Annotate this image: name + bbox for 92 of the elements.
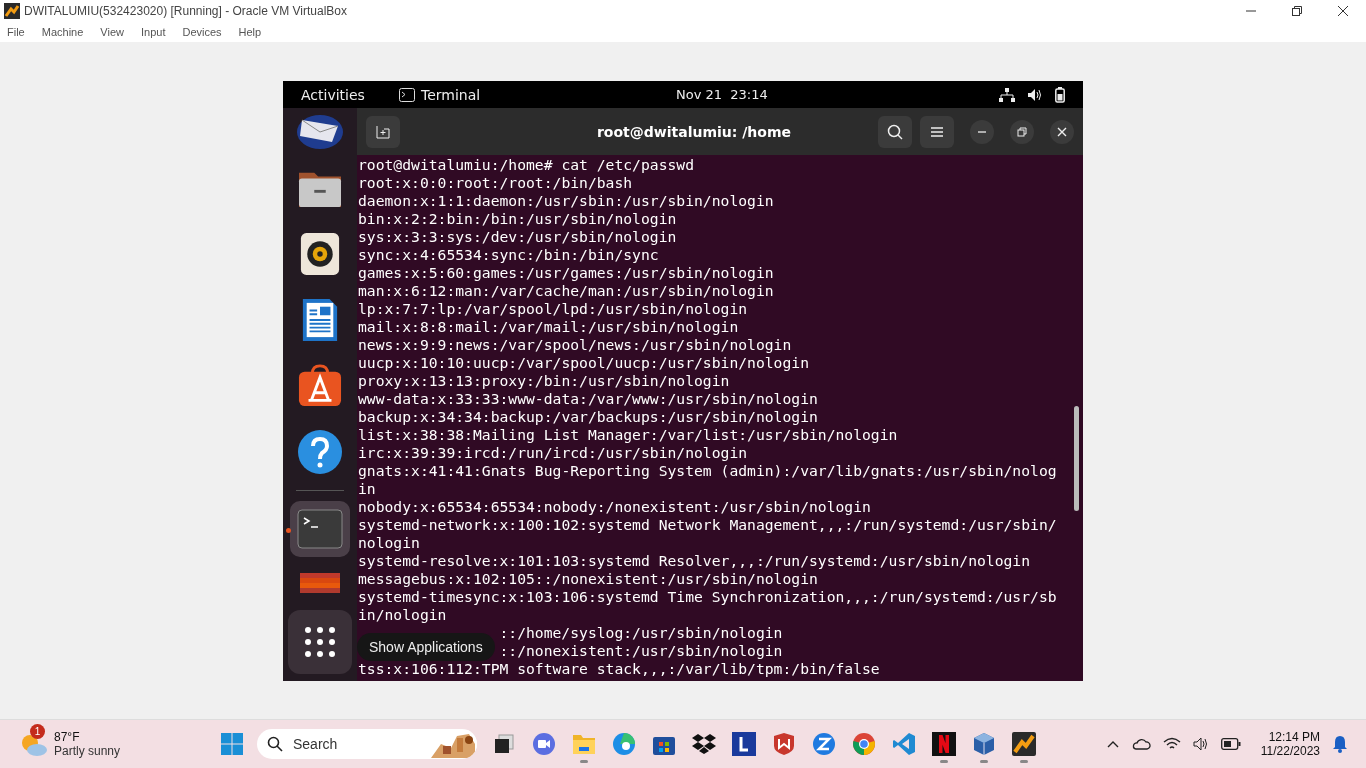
menu-item[interactable]: View <box>100 26 124 38</box>
document-icon <box>301 297 339 343</box>
restore-icon[interactable] <box>1292 6 1302 16</box>
app-menu[interactable]: Terminal <box>421 86 481 103</box>
terminal-line: systemd-resolve:x:101:103:systemd Resolver,,,:/run/systemd:/usr/sbin/nologin <box>358 552 1032 570</box>
search-icon <box>267 736 283 752</box>
minimize-button[interactable] <box>970 119 994 144</box>
browser-icon <box>612 732 636 756</box>
terminal-line: irc:x:39:39:ircd:/run/ircd:/usr/sbin/nologin <box>358 444 749 462</box>
menu-item[interactable]: Input <box>140 26 166 38</box>
new-tab-icon <box>376 124 390 139</box>
time[interactable]: 12:14 PM <box>1268 730 1320 744</box>
maximize-button[interactable] <box>1010 119 1034 144</box>
letter-tile-icon <box>932 732 956 756</box>
help-icon <box>297 429 343 475</box>
terminal-line: mail:x:8:8:mail:/var/mail:/usr/sbin/nologin <box>358 318 740 336</box>
scrollbar[interactable] <box>1074 406 1079 511</box>
battery-icon[interactable] <box>1055 86 1065 103</box>
terminal-line: sync:x:4:65534:sync:/bin:/bin/sync <box>358 246 660 264</box>
new-tab-button[interactable] <box>366 115 400 148</box>
search-icon <box>887 123 903 140</box>
clock[interactable]: Nov 21 23:14 <box>676 87 768 102</box>
show-applications-button[interactable] <box>288 610 352 674</box>
terminal-line: sys:x:3:3:sys:/dev:/usr/sbin/nologin <box>358 228 678 246</box>
cloud-icon[interactable] <box>1130 738 1151 750</box>
menu-item[interactable]: Help <box>238 26 262 38</box>
terminal-line: man:x:6:12:man:/var/cache/man:/usr/sbin/nologin <box>358 282 775 300</box>
terminal-line: messagebus:x:102:105::/nonexistent:/usr/sbin/nologin <box>358 570 819 588</box>
temperature: 87°F <box>54 730 81 744</box>
wifi-icon[interactable] <box>1162 737 1181 751</box>
search-field[interactable]: Search <box>291 735 405 753</box>
terminal-line: tss:x:106:112:TPM software stack,,,:/var/lib/tpm:/bin/false <box>358 660 881 678</box>
code-editor-icon <box>892 732 916 756</box>
terminal-line: list:x:38:38:Mailing List Manager:/var/list:/usr/sbin/nologin <box>358 426 899 444</box>
terminal-line: www-data:x:33:33:www-data:/var/www:/usr/sbin/nologin <box>358 390 819 408</box>
cube-icon <box>972 732 996 756</box>
volume-icon[interactable] <box>1027 87 1043 102</box>
network-icon[interactable] <box>999 87 1015 102</box>
terminal-line: systemd-timesync:x:103:106:systemd Time Synchronization,,,:/run/systemd:/usr/sbin/nologin <box>358 588 1057 624</box>
terminal-line: news:x:9:9:news:/var/spool/news:/usr/sbin/nologin <box>358 336 793 354</box>
store-bag-icon <box>298 364 342 408</box>
chevron-up-icon[interactable] <box>1106 740 1119 748</box>
app-logo-icon <box>1012 732 1036 756</box>
terminal-line: root:x:0:0:root:/root:/bin/bash <box>358 174 634 192</box>
windows-icon <box>493 733 515 755</box>
weather-condition: Partly sunny <box>54 744 121 758</box>
terminal-line: bin:x:2:2:bin:/bin:/usr/sbin/nologin <box>358 210 678 228</box>
terminal-icon <box>399 87 415 102</box>
browser-icon <box>852 732 876 756</box>
date[interactable]: 11/22/2023 <box>1260 744 1320 758</box>
close-icon <box>1057 126 1067 137</box>
activities-button[interactable]: Activities <box>283 86 399 103</box>
volume-icon[interactable] <box>1192 737 1209 751</box>
letter-tile-icon <box>732 732 756 756</box>
camera-icon <box>532 732 556 756</box>
app-logo-icon <box>4 3 20 19</box>
notification-badge: 1 <box>30 724 45 739</box>
minimize-icon <box>977 130 987 133</box>
close-icon[interactable] <box>1338 6 1348 16</box>
terminal-line: root@dwitalumiu:/home# cat /etc/passwd <box>358 156 696 174</box>
folder-icon <box>572 733 596 755</box>
terminal-line: ::/nonexistent:/usr/sbin/nologin <box>499 642 784 660</box>
search-button[interactable] <box>878 115 912 148</box>
menu-item[interactable]: Machine <box>41 26 84 38</box>
terminal-line: games:x:5:60:games:/usr/games:/usr/sbin/nologin <box>358 264 775 282</box>
shield-icon <box>772 732 796 756</box>
terminal-line: daemon:x:1:1:daemon:/usr/sbin:/usr/sbin/nologin <box>358 192 775 210</box>
close-button[interactable] <box>1050 119 1074 144</box>
grid-icon <box>305 627 335 657</box>
search-bar[interactable]: Search <box>257 729 477 759</box>
speaker-icon <box>300 232 340 276</box>
start-icon[interactable] <box>221 733 243 755</box>
diamonds-icon <box>692 733 716 755</box>
menu-item[interactable]: Devices <box>182 26 222 38</box>
terminal-line: backup:x:34:34:backup:/var/backups:/usr/sbin/nologin <box>358 408 819 426</box>
terminal-icon <box>297 509 343 549</box>
terminal-line: uucp:x:10:10:uucp:/var/spool/uucp:/usr/sbin/nologin <box>358 354 810 372</box>
bell-icon[interactable] <box>1332 735 1348 753</box>
menu-button[interactable] <box>920 115 954 148</box>
terminal-line: ::/home/syslog:/usr/sbin/nologin <box>499 624 784 642</box>
menu-item[interactable]: File <box>7 26 25 38</box>
terminal-line: nobody:x:65534:65534:nobody:/nonexistent:/usr/sbin/nologin <box>358 498 872 516</box>
terminal-line: lp:x:7:7:lp:/var/spool/lpd:/usr/sbin/nologin <box>358 300 749 318</box>
terminal-title: root@dwitalumiu: /home <box>595 123 793 140</box>
tooltip: Show Applications <box>357 633 495 661</box>
z-circle-icon <box>812 732 836 756</box>
restore-icon <box>1017 126 1027 137</box>
battery-icon[interactable] <box>1220 738 1241 750</box>
menu-icon <box>931 126 943 137</box>
terminal-line: proxy:x:13:13:proxy:/bin:/usr/sbin/nologin <box>358 372 731 390</box>
window-title: DWITALUMIU(532423020) [Running] - Oracle VM VirtualBox <box>24 4 347 18</box>
stripes-icon <box>300 573 340 593</box>
